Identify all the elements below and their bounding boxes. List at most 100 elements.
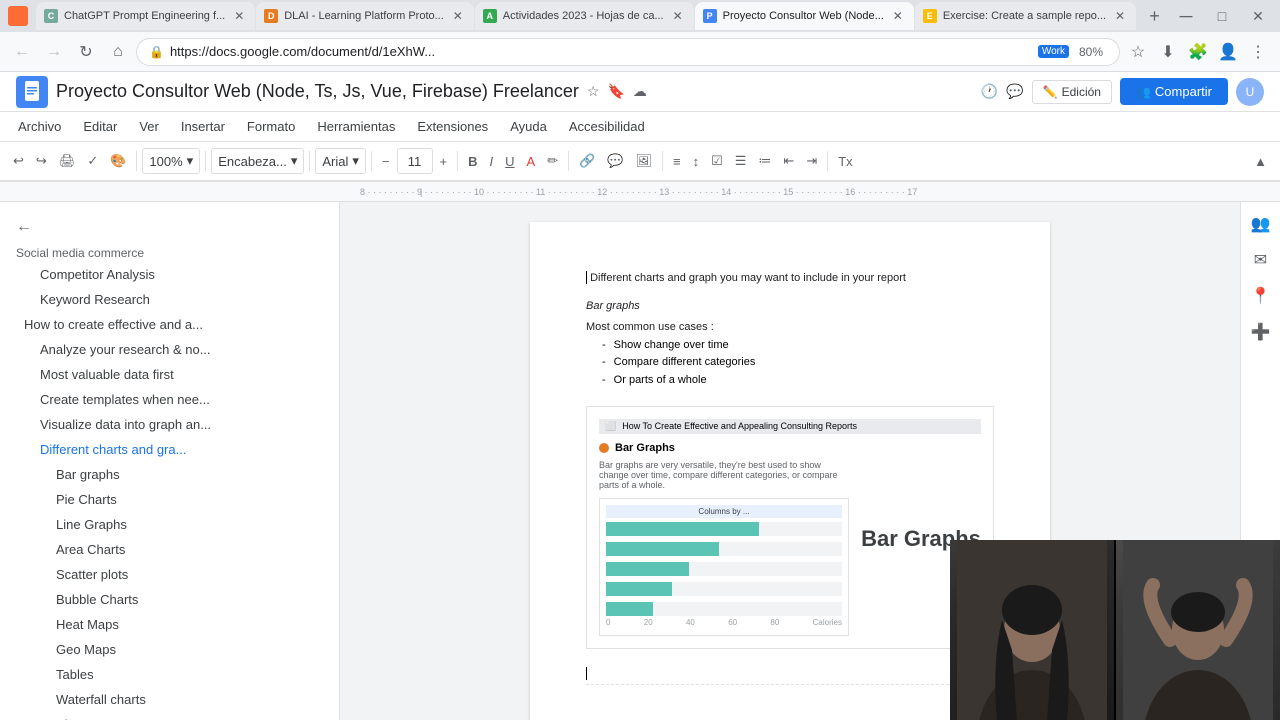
menu-formato[interactable]: Formato <box>237 115 305 138</box>
sidebar-item-bubble-charts[interactable]: Bubble Charts <box>0 587 339 612</box>
menu-insertar[interactable]: Insertar <box>171 115 235 138</box>
edition-button[interactable]: ✏️ Edición <box>1032 80 1112 104</box>
sidebar-item-different-charts[interactable]: Different charts and gra... <box>0 437 339 462</box>
italic-button[interactable]: I <box>485 147 499 175</box>
tab-close-exercise[interactable]: ✕ <box>1112 8 1128 24</box>
sidebar-item-pie-charts[interactable]: Pie Charts <box>0 487 339 512</box>
back-button[interactable]: ← <box>8 38 36 66</box>
line-spacing-button[interactable]: ↕ <box>688 147 705 175</box>
new-tab-button[interactable]: + <box>1141 2 1168 30</box>
sidebar-item-analyze[interactable]: Analyze your research & no... <box>0 337 339 362</box>
address-bar[interactable]: 🔒 https://docs.google.com/document/d/1eX… <box>136 38 1120 66</box>
menu-ayuda[interactable]: Ayuda <box>500 115 557 138</box>
browser-logo <box>8 6 28 26</box>
undo-button[interactable]: ↩ <box>8 147 29 175</box>
extensions-icon[interactable]: 🧩 <box>1184 38 1212 66</box>
download-icon[interactable]: ⬇ <box>1154 38 1182 66</box>
numbered-list-button[interactable]: ≔ <box>753 147 776 175</box>
profile-icon[interactable]: 👤 <box>1214 38 1242 66</box>
redo-button[interactable]: ↪ <box>31 147 52 175</box>
tab-close-actividades[interactable]: ✕ <box>670 8 686 24</box>
font-dropdown[interactable]: Arial ▾ <box>315 148 366 174</box>
sidebar-item-competitor[interactable]: Competitor Analysis <box>0 262 339 287</box>
tab-chatgpt[interactable]: C ChatGPT Prompt Engineering f... ✕ <box>36 2 255 30</box>
menu-accesibilidad[interactable]: Accesibilidad <box>559 115 655 138</box>
bookmark-icon[interactable]: ☆ <box>1124 38 1152 66</box>
tab-exercise[interactable]: E Exercise: Create a sample repo... ✕ <box>915 2 1136 30</box>
sidebar-item-pictograms[interactable]: Pictograms <box>0 712 339 720</box>
sidebar-item-most-valuable[interactable]: Most valuable data first <box>0 362 339 387</box>
font-size-increase[interactable]: + <box>435 147 453 175</box>
clear-format-button[interactable]: Tx <box>833 147 857 175</box>
zoom-dropdown[interactable]: 100% ▾ <box>142 148 200 174</box>
bookmark-icon-doc[interactable]: 🔖 <box>607 83 624 100</box>
sidebar-back-button[interactable]: ← <box>16 218 32 236</box>
bar-fill-1 <box>606 522 759 536</box>
tab-dlai[interactable]: D DLAI - Learning Platform Proto... ✕ <box>256 2 474 30</box>
close-button[interactable]: ✕ <box>1244 2 1272 30</box>
tab-close-proyecto[interactable]: ✕ <box>890 8 906 24</box>
font-size-decrease[interactable]: − <box>377 147 395 175</box>
home-button[interactable]: ⌂ <box>104 38 132 66</box>
sidebar-item-bar-graphs[interactable]: Bar graphs <box>0 462 339 487</box>
align-left-button[interactable]: ≡ <box>668 147 686 175</box>
bullet-list-button[interactable]: ☰ <box>730 147 752 175</box>
sidebar-item-create-templates[interactable]: Create templates when nee... <box>0 387 339 412</box>
tab-close-chatgpt[interactable]: ✕ <box>231 8 247 24</box>
slide-icon: ⬜ <box>605 421 616 432</box>
style-dropdown[interactable]: Encabeza... ▾ <box>211 148 304 174</box>
sidebar-item-geo-maps[interactable]: Geo Maps <box>0 637 339 662</box>
menu-archivo[interactable]: Archivo <box>8 115 71 138</box>
tab-proyecto[interactable]: P Proyecto Consultor Web (Node... ✕ <box>695 2 914 30</box>
underline-button[interactable]: U <box>500 147 519 175</box>
increase-indent-button[interactable]: ⇥ <box>801 147 822 175</box>
sidebar-item-visualize[interactable]: Visualize data into graph an... <box>0 412 339 437</box>
right-panel-people-icon[interactable]: 👥 <box>1247 210 1275 238</box>
minimize-button[interactable]: ─ <box>1172 2 1200 30</box>
right-panel-location-icon[interactable]: 📍 <box>1247 282 1275 310</box>
sidebar-item-how-to[interactable]: How to create effective and a... <box>0 312 339 337</box>
decrease-indent-button[interactable]: ⇤ <box>778 147 799 175</box>
comment-add-button[interactable]: 💬 <box>602 147 628 175</box>
text-color-button[interactable]: A <box>522 147 541 175</box>
video-tile-2 <box>1116 540 1280 720</box>
sidebar-item-waterfall[interactable]: Waterfall charts <box>0 687 339 712</box>
font-size-input[interactable]: 11 <box>397 148 433 174</box>
user-avatar[interactable]: U <box>1236 78 1264 106</box>
menu-editar[interactable]: Editar <box>73 115 127 138</box>
sidebar-item-scatter-plots[interactable]: Scatter plots <box>0 562 339 587</box>
separator-4 <box>371 151 372 171</box>
sidebar-item-area-charts[interactable]: Area Charts <box>0 537 339 562</box>
sidebar-item-heat-maps[interactable]: Heat Maps <box>0 612 339 637</box>
menu-ver[interactable]: Ver <box>129 115 169 138</box>
forward-button[interactable]: → <box>40 38 68 66</box>
checklist-button[interactable]: ☑ <box>706 147 728 175</box>
sidebar-item-keyword[interactable]: Keyword Research <box>0 287 339 312</box>
bar-bg-1 <box>606 522 842 536</box>
comment-icon[interactable]: 💬 <box>1006 83 1023 100</box>
highlight-button[interactable]: ✏ <box>542 147 563 175</box>
maximize-button[interactable]: □ <box>1208 2 1236 30</box>
star-icon[interactable]: ☆ <box>587 83 600 100</box>
collapse-toolbar-button[interactable]: ▲ <box>1249 147 1272 175</box>
share-button[interactable]: 👥 Compartir <box>1120 78 1228 105</box>
sidebar-item-line-graphs[interactable]: Line Graphs <box>0 512 339 537</box>
spell-button[interactable]: ✓ <box>82 147 103 175</box>
tab-close-dlai[interactable]: ✕ <box>450 8 466 24</box>
bold-button[interactable]: B <box>463 147 482 175</box>
sidebar-item-social-media[interactable]: Social media commerce <box>0 244 339 262</box>
more-icon[interactable]: ⋮ <box>1244 38 1272 66</box>
right-panel-add-icon[interactable]: ➕ <box>1247 318 1275 346</box>
paint-format-button[interactable]: 🎨 <box>105 147 131 175</box>
history-icon[interactable]: 🕐 <box>981 83 998 100</box>
menu-extensiones[interactable]: Extensiones <box>407 115 498 138</box>
image-button[interactable]: 🖼 <box>630 147 657 175</box>
menu-herramientas[interactable]: Herramientas <box>307 115 405 138</box>
right-panel-mail-icon[interactable]: ✉ <box>1247 246 1275 274</box>
tab-actividades[interactable]: A Actividades 2023 - Hojas de ca... ✕ <box>475 2 694 30</box>
reload-button[interactable]: ↻ <box>72 38 100 66</box>
link-button[interactable]: 🔗 <box>574 147 600 175</box>
print-button[interactable]: 🖨 <box>54 147 81 175</box>
doc-intro: Different charts and graph you may want … <box>586 270 994 288</box>
sidebar-item-tables[interactable]: Tables <box>0 662 339 687</box>
